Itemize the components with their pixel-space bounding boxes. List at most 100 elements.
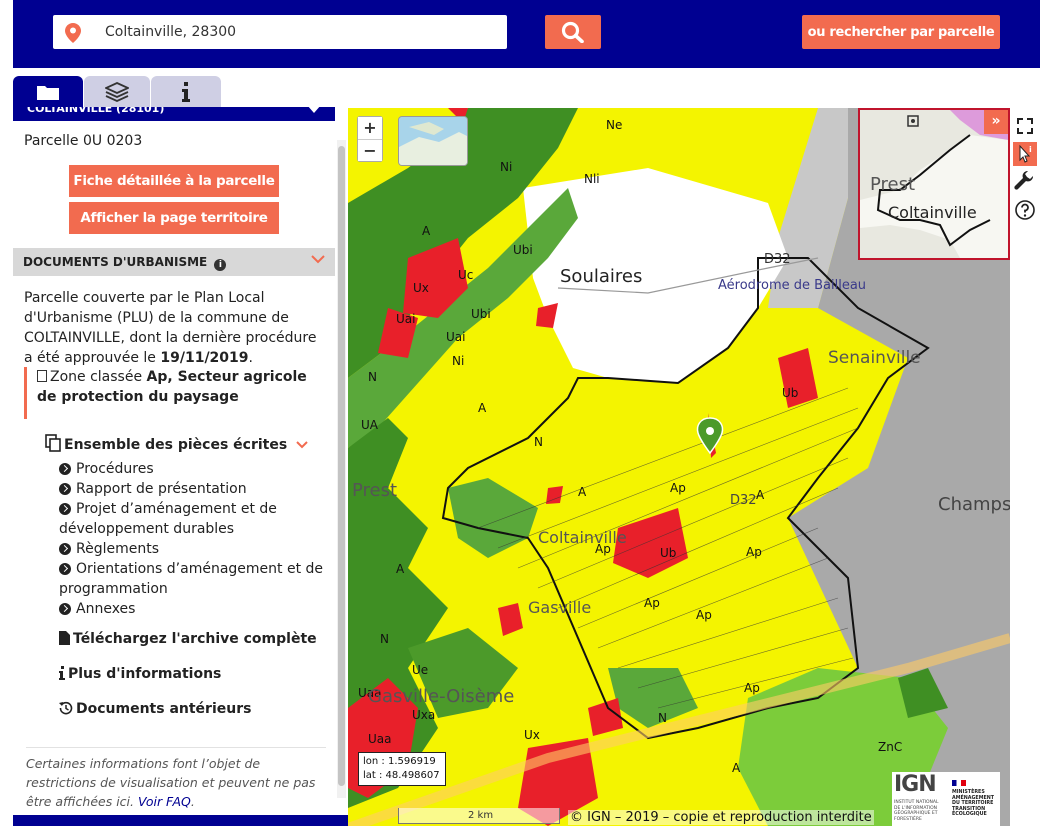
chevron-circle-right-icon: [59, 603, 71, 615]
ign-logo: IGN INSTITUT NATIONAL DE L'INFORMATION G…: [892, 772, 946, 826]
map-attribution: © IGN – 2019 – copie et reproduction int…: [568, 810, 874, 825]
panel-scrollbar[interactable]: [337, 140, 346, 798]
panel-tabs: [13, 76, 348, 108]
basemap-thumbnail-icon: [399, 117, 467, 165]
french-flag-icon: [952, 780, 966, 786]
info-circle-icon[interactable]: i: [214, 259, 227, 271]
zone-label: Ni: [500, 160, 513, 174]
scale-label: 2 km: [468, 810, 494, 821]
cursor-info-icon: i: [1019, 144, 1032, 163]
parcel-label: Parcelle 0U 0203: [24, 133, 143, 149]
zoom-control: + −: [357, 116, 383, 162]
written-doc-label: Orientations d’aménagement et de program…: [59, 561, 324, 597]
written-doc-label: Rapport de présentation: [76, 481, 247, 497]
search-box[interactable]: [53, 15, 507, 49]
zone-label: Uai: [396, 312, 416, 326]
zone-label: Ap: [744, 681, 760, 695]
written-doc-item[interactable]: Règlements: [59, 539, 329, 559]
plu-description: Parcelle couverte par le Plan Local d'Ur…: [24, 288, 324, 368]
road-label: D32: [730, 493, 757, 508]
zone-label: Uai: [446, 330, 466, 344]
written-doc-item[interactable]: Rapport de présentation: [59, 479, 329, 499]
coordinates-readout: lon : 1.596919 lat : 48.498607: [358, 752, 446, 786]
restriction-notice: Certaines informations font l’objet de r…: [26, 747, 326, 811]
place-label-gasville-oiseme: Gasville-Oisème: [368, 686, 515, 707]
download-archive-label: Téléchargez l'archive complète: [73, 631, 317, 647]
tab-info[interactable]: [151, 76, 221, 108]
zone-label: Ap: [746, 545, 762, 559]
plu-approval-date: 19/11/2019: [160, 350, 249, 366]
document-icon: [37, 370, 47, 382]
written-doc-item[interactable]: Procédures: [59, 459, 329, 479]
search-input[interactable]: [105, 15, 495, 49]
zone-label: Uc: [458, 268, 474, 282]
help-button[interactable]: [1013, 198, 1037, 222]
chevron-circle-right-icon: [59, 463, 71, 475]
history-icon: [59, 701, 73, 715]
search-button[interactable]: [545, 15, 601, 49]
zone-label: Nli: [584, 172, 600, 186]
previous-docs-link[interactable]: Documents antérieurs: [59, 701, 251, 717]
file-zip-icon: [59, 631, 70, 645]
location-pin-icon: [65, 23, 81, 47]
place-label-coltainville: Coltainville: [538, 528, 627, 547]
info-cursor-button[interactable]: i: [1013, 142, 1037, 166]
chevron-down-icon: [296, 441, 308, 449]
zone-label: Ub: [782, 386, 799, 400]
written-doc-item[interactable]: Annexes: [59, 599, 329, 619]
written-docs-toggle[interactable]: Ensemble des pièces écrites: [45, 434, 308, 453]
zone-label: A: [396, 562, 405, 576]
fullscreen-button[interactable]: [1013, 114, 1037, 138]
place-label-soulaires: Soulaires: [560, 266, 643, 287]
download-archive-link[interactable]: Téléchargez l'archive complète: [59, 631, 317, 647]
tools-button[interactable]: [1013, 170, 1037, 194]
zone-label: Ap: [670, 481, 686, 495]
zone-label: Ub: [660, 546, 677, 560]
svg-text:i: i: [1029, 145, 1032, 154]
zone-label: Ap: [644, 596, 660, 610]
zone-label: A: [478, 401, 487, 415]
tab-layers[interactable]: [84, 76, 150, 108]
latitude-label: lat : 48.498607: [363, 770, 440, 781]
written-doc-item[interactable]: Projet d’aménagement et de développement…: [42, 499, 329, 539]
ign-logo-subtitle: INSTITUT NATIONAL DE L'INFORMATION GÉOGR…: [894, 800, 939, 822]
zoom-in-button[interactable]: +: [358, 117, 382, 139]
urban-docs-header[interactable]: DOCUMENTS D'URBANISME i: [13, 248, 335, 276]
zone-label: A: [756, 488, 765, 502]
zone-label: A: [578, 485, 587, 499]
zone-classification: Zone classée Ap, Secteur agricole de pro…: [24, 367, 324, 419]
place-label-aerodrome: Aérodrome de Bailleau: [718, 278, 867, 293]
territory-page-button[interactable]: Afficher la page territoire: [69, 202, 279, 234]
folder-icon: [37, 86, 59, 100]
zone-label: Uxa: [412, 708, 436, 722]
zone-label: UA: [361, 418, 378, 432]
parcel-search-button[interactable]: ou rechercher par parcelle: [802, 15, 1000, 49]
overview-map[interactable]: Prest Coltainville »: [858, 108, 1010, 260]
caret-down-icon: [307, 107, 321, 113]
app-root: ou rechercher par parcelle COLTAINVILLE …: [0, 0, 1051, 826]
scrollbar-thumb[interactable]: [338, 146, 345, 786]
written-doc-item[interactable]: Orientations d’aménagement et de program…: [42, 559, 329, 599]
zone-label: N: [380, 632, 389, 646]
zone-label: N: [658, 711, 667, 725]
more-info-link[interactable]: Plus d'informations: [59, 666, 221, 682]
tab-folder[interactable]: [13, 76, 83, 108]
commune-header[interactable]: COLTAINVILLE (28101): [13, 107, 335, 121]
ministry-logo-text: MINISTÈRES AMÉNAGEMENT DU TERRITOIRE TRA…: [952, 790, 995, 817]
zone-label: Ubi: [471, 307, 491, 321]
written-docs-list: Procédures Rapport de présentation Proje…: [59, 459, 329, 619]
side-panel: COLTAINVILLE (28101) Parcelle 0U 0203 Fi…: [13, 107, 335, 817]
help-icon: [1015, 200, 1035, 220]
parcel-details-button[interactable]: Fiche détaillée à la parcelle: [69, 165, 279, 197]
zone-label: A: [732, 761, 741, 775]
basemap-switcher[interactable]: [398, 116, 468, 166]
zoom-out-button[interactable]: −: [358, 139, 382, 161]
overview-collapse-button[interactable]: »: [984, 110, 1008, 134]
faq-link[interactable]: Voir FAQ: [138, 794, 191, 809]
previous-docs-label: Documents antérieurs: [76, 701, 252, 717]
layers-icon: [105, 82, 129, 102]
zone-label: Ni: [452, 354, 465, 368]
urban-docs-title: DOCUMENTS D'URBANISME: [23, 255, 208, 269]
zone-label: Ne: [606, 118, 623, 132]
place-label-gasville: Gasville: [528, 598, 592, 617]
